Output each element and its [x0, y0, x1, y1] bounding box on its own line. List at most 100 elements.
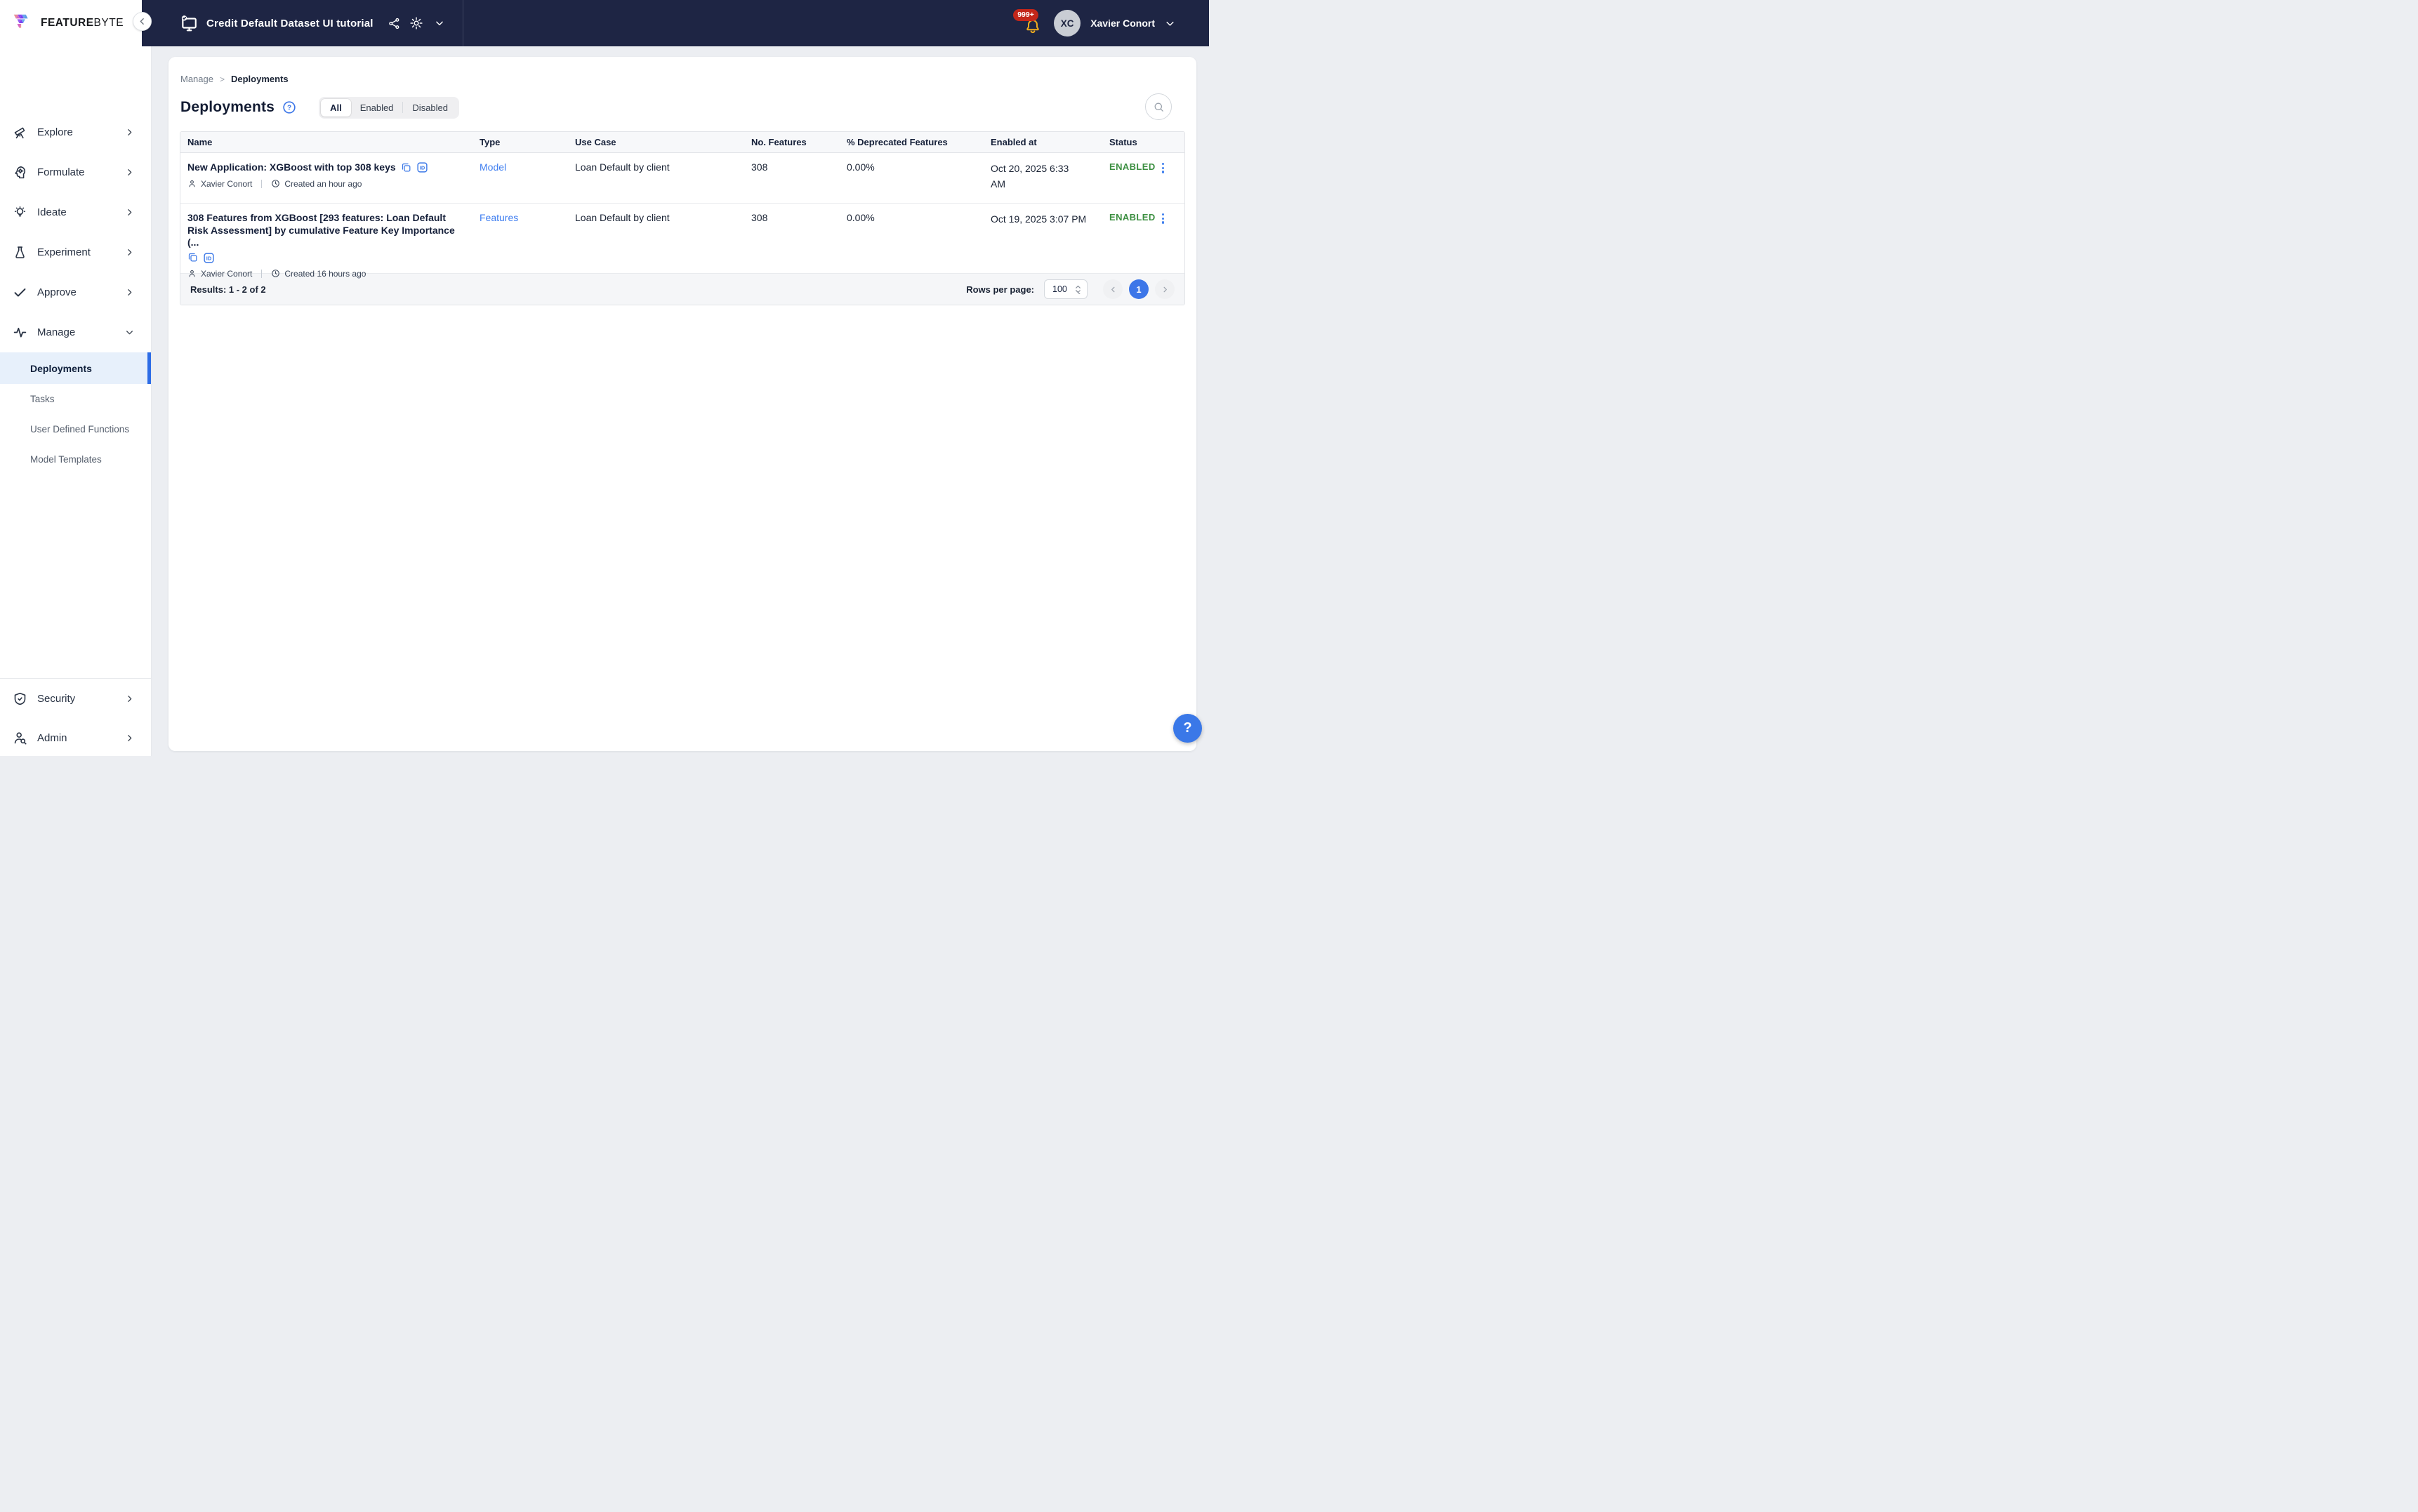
column-header-enabled-at[interactable]: Enabled at: [984, 132, 1102, 152]
help-fab-button[interactable]: ?: [1173, 714, 1202, 743]
select-updown-icon: [1074, 284, 1082, 294]
rows-per-page-label: Rows per page:: [966, 284, 1034, 295]
notification-count-badge: 999+: [1013, 9, 1038, 21]
brand-logo-text: FEATUREBYTE: [41, 17, 124, 29]
chevron-right-icon: [125, 288, 134, 297]
deployment-name[interactable]: New Application: XGBoost with top 308 ke…: [187, 161, 396, 174]
sidebar-item-explore[interactable]: Explore: [0, 112, 151, 152]
column-header-name[interactable]: Name: [180, 132, 473, 152]
sidebar-item-model-templates[interactable]: Model Templates: [0, 444, 151, 475]
page-number-button[interactable]: 1: [1129, 279, 1149, 299]
search-icon: [1153, 101, 1165, 113]
meta-divider: [261, 179, 263, 188]
table-row[interactable]: 308 Features from XGBoost [293 features:…: [180, 204, 1184, 279]
table-header-row: Name Type Use Case No. Features % Deprec…: [180, 132, 1184, 153]
column-header-use-case[interactable]: Use Case: [568, 132, 744, 152]
sidebar-item-admin[interactable]: Admin: [0, 718, 151, 757]
manage-submenu: Deployments Tasks User Defined Functions…: [0, 352, 151, 475]
column-header-deprecated[interactable]: % Deprecated Features: [840, 132, 984, 152]
tab-disabled[interactable]: Disabled: [403, 99, 457, 117]
row-actions-kebab-icon[interactable]: [1161, 161, 1164, 173]
search-button[interactable]: [1145, 93, 1172, 120]
sidebar-item-manage[interactable]: Manage: [0, 312, 151, 352]
page-header: Deployments ? All Enabled Disabled: [180, 93, 1184, 121]
sidebar-item-tasks[interactable]: Tasks: [0, 384, 151, 414]
no-features-cell: 308: [751, 161, 768, 173]
clock-icon: [271, 179, 280, 188]
head-gear-icon: [13, 165, 28, 180]
row-created: Created an hour ago: [284, 178, 362, 189]
help-circle-icon[interactable]: ?: [282, 100, 296, 114]
column-header-no-features[interactable]: No. Features: [744, 132, 840, 152]
user-menu-chevron-down-icon[interactable]: [1165, 18, 1175, 29]
svg-text:ID: ID: [206, 255, 212, 261]
brand-logo-icon: [11, 11, 35, 35]
main-content-card: Manage > Deployments Deployments ? All E…: [169, 57, 1196, 751]
chevron-right-icon: [125, 734, 134, 743]
next-page-button[interactable]: [1155, 279, 1175, 299]
svg-text:?: ?: [287, 104, 291, 112]
check-icon: [13, 285, 28, 300]
flask-icon: [13, 245, 28, 260]
no-features-cell: 308: [751, 212, 768, 223]
avatar[interactable]: XC: [1054, 10, 1081, 37]
chevron-right-icon: [125, 694, 134, 703]
rows-per-page-value: 100: [1052, 284, 1067, 294]
rows-per-page-select[interactable]: 100: [1044, 279, 1088, 299]
project-title[interactable]: Credit Default Dataset UI tutorial: [206, 18, 374, 29]
sidebar-item-user-defined-functions[interactable]: User Defined Functions: [0, 414, 151, 444]
meta-divider: [261, 269, 263, 278]
column-header-type[interactable]: Type: [473, 132, 568, 152]
sidebar-item-experiment[interactable]: Experiment: [0, 232, 151, 272]
clock-icon: [271, 269, 280, 278]
row-actions-kebab-icon[interactable]: [1161, 212, 1164, 224]
row-owner: Xavier Conort: [201, 178, 253, 189]
row-created: Created 16 hours ago: [284, 268, 366, 279]
tab-all[interactable]: All: [321, 98, 351, 117]
breadcrumb-deployments: Deployments: [231, 74, 289, 84]
pagination: 1: [1103, 279, 1175, 299]
previous-page-button[interactable]: [1103, 279, 1123, 299]
notifications-button[interactable]: 999+: [1013, 9, 1044, 34]
results-count: Results: 1 - 2 of 2: [190, 284, 266, 295]
person-icon: [187, 179, 197, 188]
activity-pulse-icon: [13, 325, 28, 340]
type-link[interactable]: Model: [480, 161, 506, 173]
shield-check-icon: [13, 691, 28, 706]
brand-logo[interactable]: FEATUREBYTE: [0, 0, 151, 46]
deprecated-cell: 0.00%: [847, 212, 875, 223]
sidebar-collapse-button[interactable]: [133, 12, 152, 31]
chevron-right-icon: [125, 248, 134, 257]
id-badge-icon[interactable]: ID: [203, 252, 215, 264]
settings-gear-icon[interactable]: [409, 16, 423, 30]
project-chevron-down-icon[interactable]: [435, 18, 444, 28]
copy-icon[interactable]: [401, 162, 411, 173]
chevron-right-icon: [125, 128, 134, 137]
id-badge-icon[interactable]: ID: [416, 161, 428, 173]
breadcrumb: Manage > Deployments: [180, 74, 289, 84]
deployment-name[interactable]: 308 Features from XGBoost [293 features:…: [187, 212, 465, 249]
breadcrumb-manage[interactable]: Manage: [180, 74, 213, 84]
telescope-icon: [13, 125, 28, 140]
person-icon: [187, 269, 197, 278]
deprecated-cell: 0.00%: [847, 161, 875, 173]
sidebar-item-formulate[interactable]: Formulate: [0, 152, 151, 192]
sidebar-item-approve[interactable]: Approve: [0, 272, 151, 312]
top-bar: Credit Default Dataset UI tutorial 999+: [142, 0, 1209, 46]
sidebar-item-deployments[interactable]: Deployments: [0, 352, 151, 384]
copy-icon[interactable]: [187, 252, 198, 264]
use-case-cell: Loan Default by client: [575, 212, 670, 223]
sidebar-nav: Explore Formulate Ideate Experiment Appr…: [0, 112, 151, 475]
svg-text:ID: ID: [419, 165, 425, 171]
status-badge: ENABLED: [1109, 212, 1156, 223]
column-header-status[interactable]: Status: [1102, 132, 1184, 152]
type-link[interactable]: Features: [480, 212, 518, 223]
share-icon[interactable]: [388, 17, 401, 30]
tab-enabled[interactable]: Enabled: [351, 99, 403, 117]
chevron-right-icon: [125, 208, 134, 217]
table-row[interactable]: New Application: XGBoost with top 308 ke…: [180, 153, 1184, 204]
page-title: Deployments: [180, 99, 275, 115]
sidebar-item-security[interactable]: Security: [0, 679, 151, 718]
lightbulb-icon: [13, 205, 28, 220]
sidebar-item-ideate[interactable]: Ideate: [0, 192, 151, 232]
